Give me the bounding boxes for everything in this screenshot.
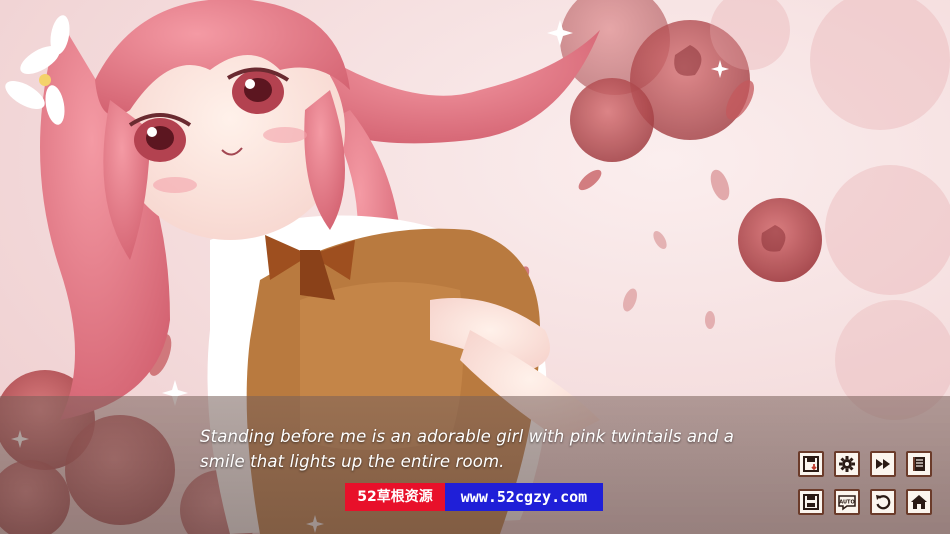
dialog-text: Standing before me is an adorable girl w… [200,424,780,474]
home-icon [911,495,927,509]
dialog-line-1: Standing before me is an adorable girl w… [200,427,735,446]
history-icon [913,457,925,471]
quick-menu: AUTO [798,451,932,515]
auto-button[interactable]: AUTO [834,489,860,515]
rollback-button[interactable] [870,489,896,515]
skip-icon [876,459,890,469]
settings-icon [839,456,855,472]
watermark-site-url: www.52cgzy.com [445,483,603,511]
settings-button[interactable] [834,451,860,477]
dialog-line-2: smile that lights up the entire room. [200,452,505,471]
svg-text:AUTO: AUTO [839,500,854,506]
rollback-icon [876,495,891,510]
save-icon [803,456,819,472]
home-button[interactable] [906,489,932,515]
skip-button[interactable] [870,451,896,477]
history-button[interactable] [906,451,932,477]
watermark-banner: 52草根资源 www.52cgzy.com [345,483,603,511]
quick-save-button[interactable] [798,489,824,515]
watermark-site-name: 52草根资源 [345,483,445,511]
auto-icon: AUTO [838,495,856,511]
save-button[interactable] [798,451,824,477]
quick-save-icon [803,494,819,510]
